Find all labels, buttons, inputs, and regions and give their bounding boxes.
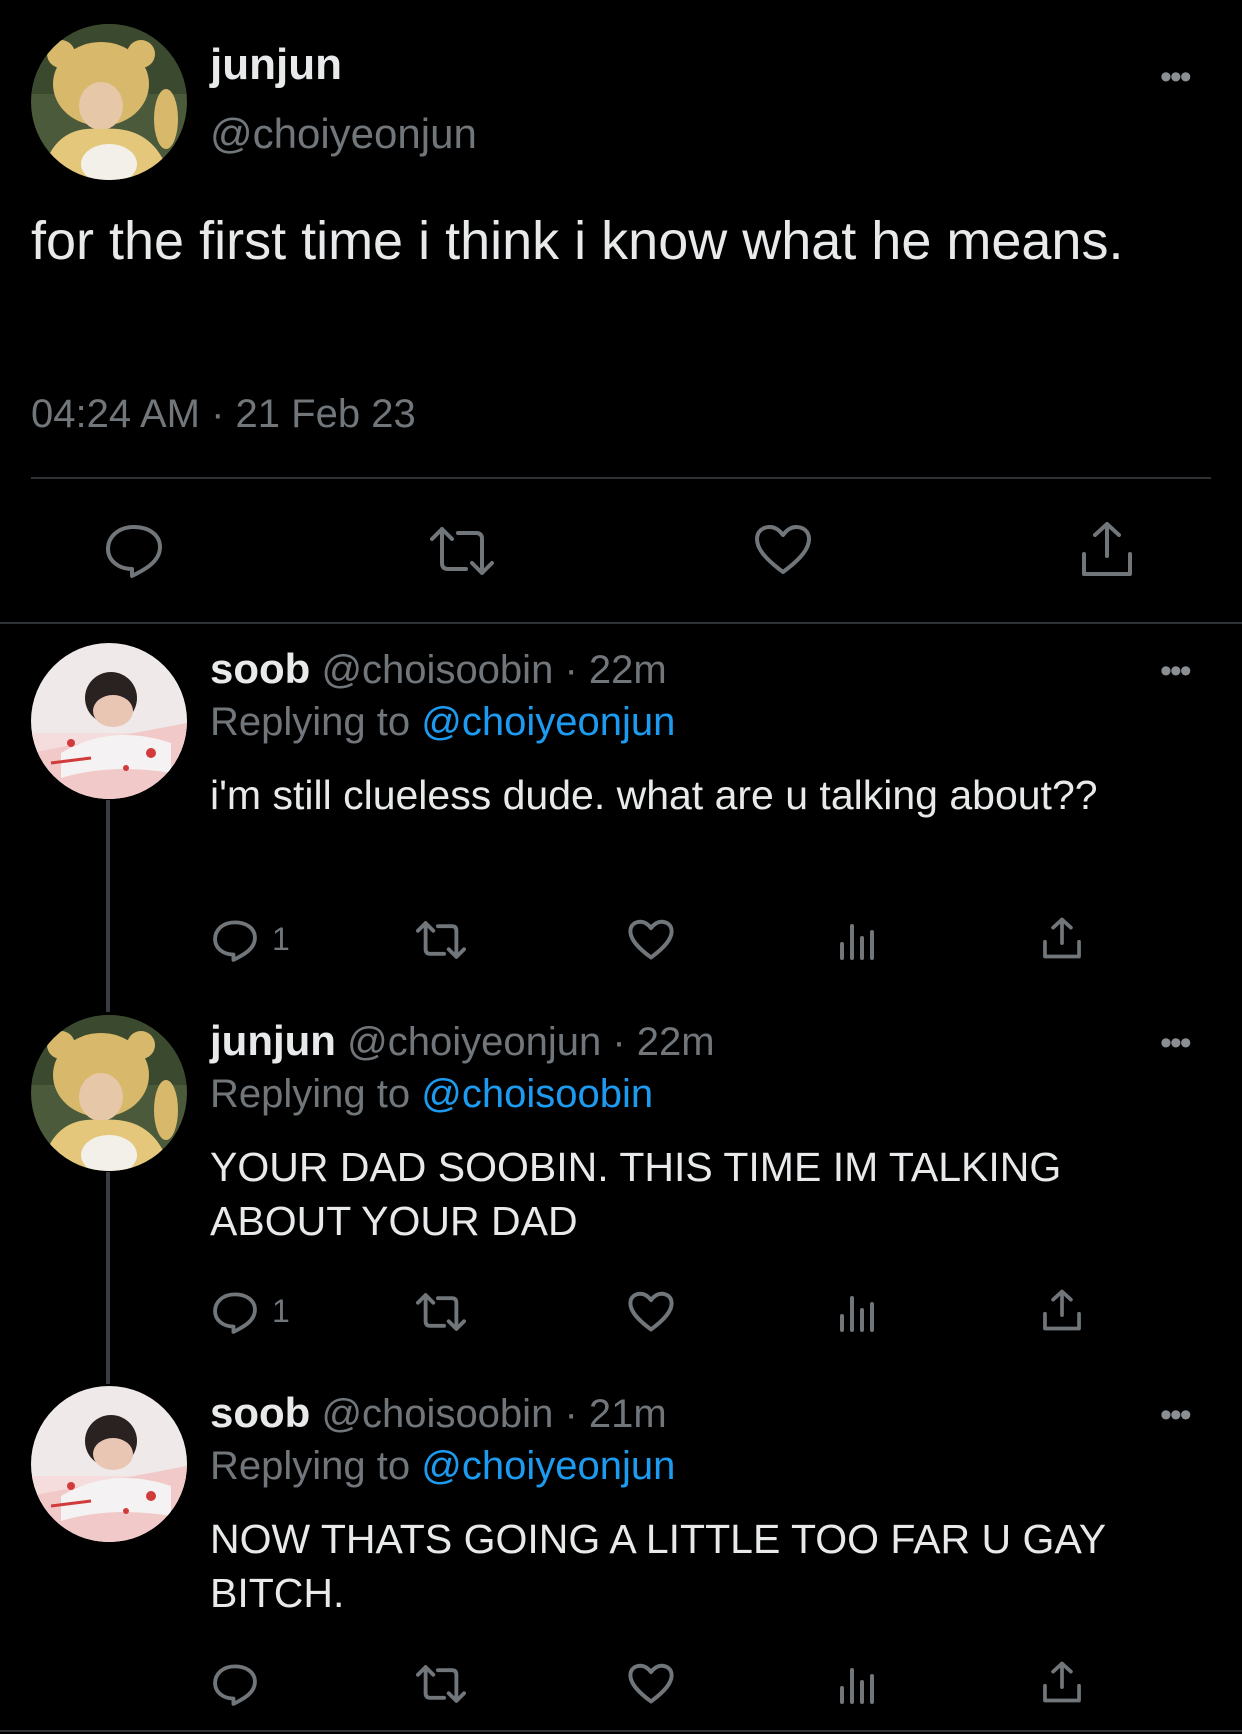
reply-time[interactable]: · 22m (612, 1020, 714, 1064)
replying-to: Replying to @choiyeonjun (210, 1444, 675, 1489)
reply-time[interactable]: · 21m (564, 1392, 666, 1436)
tweet-text: for the first time i think i know what h… (31, 211, 1124, 271)
heart-icon[interactable] (628, 1291, 674, 1333)
views-icon[interactable] (838, 1664, 878, 1704)
more-icon[interactable]: ••• (1160, 58, 1192, 97)
avatar-junjun[interactable] (31, 24, 187, 180)
reply-text: NOW THATS GOING A LITTLE TOO FAR U GAY B… (210, 1516, 1106, 1616)
retweet-icon[interactable] (416, 920, 466, 960)
replying-to: Replying to @choiyeonjun (210, 700, 675, 745)
author-display-name[interactable]: junjun (210, 40, 342, 90)
heart-icon[interactable] (628, 1663, 674, 1705)
replying-to-handle[interactable]: @choiyeonjun (421, 700, 675, 744)
retweet-icon[interactable] (430, 525, 494, 577)
replying-to-handle[interactable]: @choiyeonjun (421, 1444, 675, 1488)
reply-handle[interactable]: @choisoobin (321, 1392, 553, 1436)
replying-to-label: Replying to (210, 700, 411, 744)
reply-count: 1 (272, 1293, 290, 1329)
thread-line (106, 800, 110, 1012)
share-icon[interactable] (1042, 1288, 1082, 1332)
reply-icon[interactable] (212, 1290, 258, 1334)
reply-display-name[interactable]: soob (210, 1389, 310, 1436)
views-icon[interactable] (838, 1292, 878, 1332)
reply-icon[interactable] (212, 918, 258, 962)
reply-count: 1 (272, 921, 290, 957)
avatar-junjun[interactable] (31, 1015, 187, 1171)
replying-to: Replying to @choisoobin (210, 1072, 653, 1117)
reply-display-name[interactable]: junjun (210, 1017, 336, 1064)
replying-to-label: Replying to (210, 1072, 411, 1116)
more-icon[interactable]: ••• (1160, 1396, 1192, 1435)
avatar-soob[interactable] (31, 643, 187, 799)
divider (0, 1730, 1242, 1732)
reply-header: soob @choisoobin · 21m (210, 1389, 667, 1437)
heart-icon[interactable] (754, 524, 812, 576)
views-icon[interactable] (838, 920, 878, 960)
share-icon[interactable] (1042, 1660, 1082, 1704)
reply-display-name[interactable]: soob (210, 645, 310, 692)
replying-to-handle[interactable]: @choisoobin (421, 1072, 653, 1116)
retweet-icon[interactable] (416, 1292, 466, 1332)
reply-text: i'm still clueless dude. what are u talk… (210, 772, 1098, 818)
share-icon[interactable] (1042, 916, 1082, 960)
reply-time[interactable]: · 22m (564, 648, 666, 692)
reply-handle[interactable]: @choisoobin (321, 648, 553, 692)
divider (0, 622, 1242, 624)
replying-to-label: Replying to (210, 1444, 411, 1488)
reply-handle[interactable]: @choiyeonjun (347, 1020, 601, 1064)
reply-text: YOUR DAD SOOBIN. THIS TIME IM TALKING AB… (210, 1144, 1062, 1244)
thread-line (106, 1172, 110, 1384)
more-icon[interactable]: ••• (1160, 1024, 1192, 1063)
reply-header: junjun @choiyeonjun · 22m (210, 1017, 715, 1065)
divider (31, 477, 1211, 479)
reply-header: soob @choisoobin · 22m (210, 645, 667, 693)
tweet-timestamp[interactable]: 04:24 AM · 21 Feb 23 (31, 392, 416, 437)
reply-icon[interactable] (212, 1662, 258, 1706)
avatar-soob[interactable] (31, 1386, 187, 1542)
author-handle[interactable]: @choiyeonjun (210, 110, 477, 158)
more-icon[interactable]: ••• (1160, 652, 1192, 691)
retweet-icon[interactable] (416, 1664, 466, 1704)
heart-icon[interactable] (628, 919, 674, 961)
reply-icon[interactable] (104, 522, 164, 578)
share-icon[interactable] (1080, 520, 1134, 578)
